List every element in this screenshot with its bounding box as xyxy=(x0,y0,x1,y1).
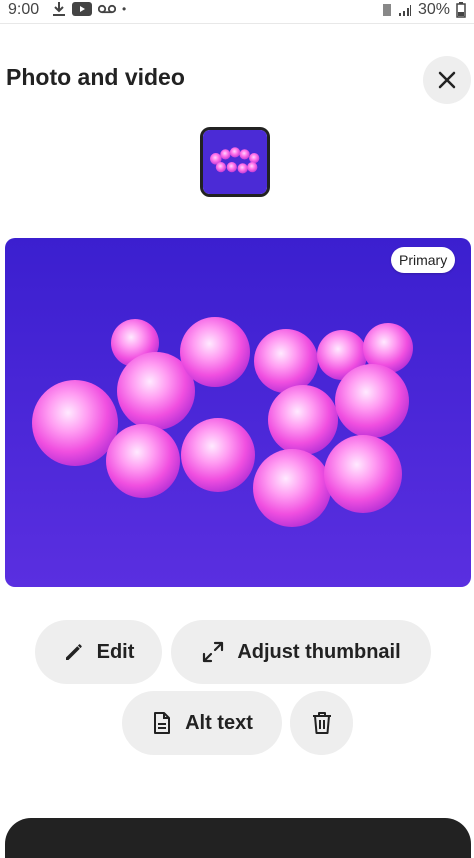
signal-icon xyxy=(398,5,411,16)
adjust-thumbnail-label: Adjust thumbnail xyxy=(237,640,401,663)
dot-icon: • xyxy=(122,2,127,16)
voicemail-icon xyxy=(98,4,116,14)
document-icon xyxy=(151,711,173,735)
bottom-action-bar[interactable] xyxy=(5,818,471,858)
status-divider xyxy=(0,23,474,24)
primary-badge: Primary xyxy=(391,247,456,273)
alt-text-label: Alt text xyxy=(185,711,253,734)
thumbnail-image xyxy=(203,130,267,194)
delete-button[interactable] xyxy=(290,691,353,755)
primary-photo[interactable] xyxy=(5,238,471,587)
youtube-icon xyxy=(72,2,92,16)
close-icon xyxy=(438,71,456,89)
status-icons-left: • xyxy=(52,1,126,17)
pencil-icon xyxy=(63,641,85,663)
media-thumbnail[interactable] xyxy=(200,127,270,197)
trash-icon xyxy=(311,711,333,735)
expand-arrows-icon xyxy=(201,640,225,664)
photo-image xyxy=(5,238,471,587)
alt-text-button[interactable]: Alt text xyxy=(122,691,282,755)
status-time: 9:00 xyxy=(8,1,40,18)
download-icon xyxy=(53,2,65,16)
alarm-icon xyxy=(382,4,391,16)
status-icons-right: 30% xyxy=(382,1,466,19)
edit-label: Edit xyxy=(96,640,135,663)
battery-icon xyxy=(456,2,466,18)
page-title: Photo and video xyxy=(6,64,185,90)
status-bar: 9:00 • 30% xyxy=(0,0,474,24)
adjust-thumbnail-button[interactable]: Adjust thumbnail xyxy=(171,620,431,684)
battery-text: 30% xyxy=(417,1,450,18)
close-button[interactable] xyxy=(423,56,471,104)
edit-button[interactable]: Edit xyxy=(35,620,162,684)
